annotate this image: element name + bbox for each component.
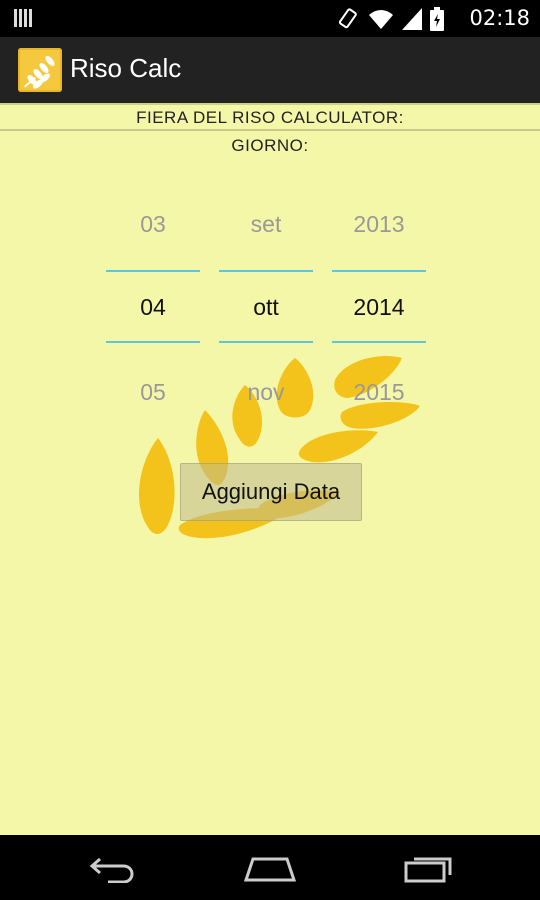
navigation-bar (0, 835, 540, 900)
day-picker[interactable]: 03 04 05 (106, 195, 200, 425)
day-label: GIORNO: (231, 136, 309, 155)
rotate-icon (336, 7, 360, 35)
picker-divider (219, 270, 313, 272)
signal-bars-icon (14, 9, 34, 31)
year-current[interactable]: 2014 (332, 294, 426, 321)
picker-divider (332, 270, 426, 272)
wifi-icon (368, 8, 394, 34)
app-title: Riso Calc (70, 53, 182, 83)
clock-time: 02:18 (469, 6, 530, 30)
year-next[interactable]: 2015 (332, 379, 426, 406)
picker-divider (332, 341, 426, 343)
year-prev[interactable]: 2013 (332, 211, 426, 238)
page-title: FIERA DEL RISO CALCULATOR: (136, 108, 404, 127)
month-picker[interactable]: set ott nov (219, 195, 313, 425)
wheat-icon[interactable] (18, 48, 62, 92)
month-prev[interactable]: set (219, 211, 313, 238)
year-picker[interactable]: 2013 2014 2015 (332, 195, 426, 425)
divider (0, 103, 540, 105)
battery-icon (430, 7, 444, 35)
add-date-button[interactable]: Aggiungi Data (180, 463, 362, 521)
month-next[interactable]: nov (219, 379, 313, 406)
status-bar: 02:18 (0, 0, 540, 37)
back-icon[interactable] (88, 853, 138, 887)
picker-divider (106, 270, 200, 272)
day-next[interactable]: 05 (106, 379, 200, 406)
picker-divider (106, 341, 200, 343)
recents-icon[interactable] (404, 853, 456, 887)
picker-divider (219, 341, 313, 343)
action-bar: Riso Calc (0, 37, 540, 103)
day-prev[interactable]: 03 (106, 211, 200, 238)
month-current[interactable]: ott (219, 294, 313, 321)
home-icon[interactable] (243, 853, 297, 887)
day-current[interactable]: 04 (106, 294, 200, 321)
title-underline (0, 129, 540, 131)
cell-signal-icon (402, 8, 422, 34)
